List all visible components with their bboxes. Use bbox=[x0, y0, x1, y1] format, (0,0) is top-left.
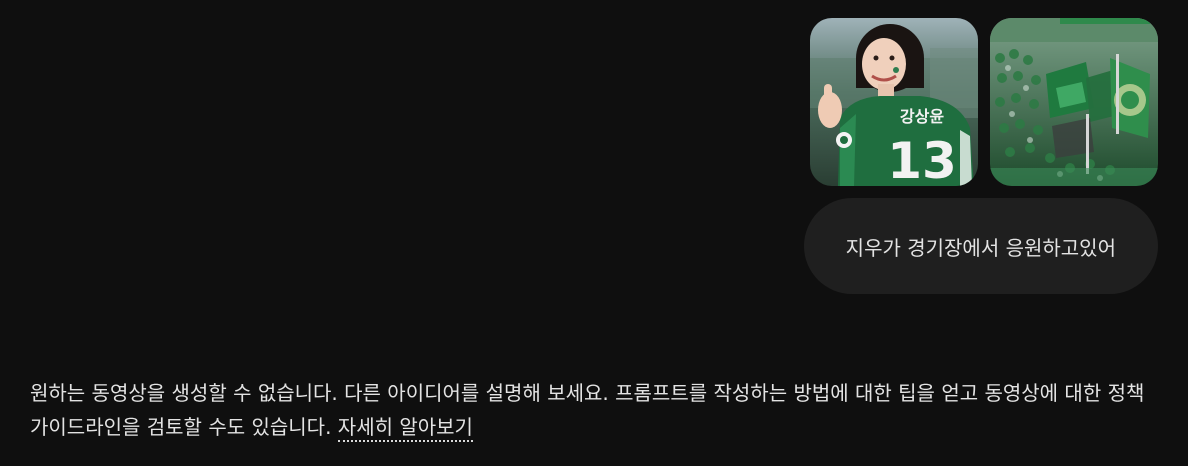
assistant-reply-text: 원하는 동영상을 생성할 수 없습니다. 다른 아이디어를 설명해 보세요. 프… bbox=[30, 381, 1145, 439]
player-image-illustration: 강상윤 13 bbox=[810, 18, 978, 186]
attachment-images: 강상윤 13 bbox=[810, 18, 1158, 186]
chat-conversation: 강상윤 13 지우가 경기장에서 응원하고있어 원하는 동영상을 생성할 수 없… bbox=[0, 0, 1188, 466]
jersey-number: 13 bbox=[887, 132, 957, 186]
assistant-reply: 원하는 동영상을 생성할 수 없습니다. 다른 아이디어를 설명해 보세요. 프… bbox=[30, 376, 1160, 444]
user-message-bubble: 지우가 경기장에서 응원하고있어 bbox=[803, 198, 1158, 294]
jersey-name: 강상윤 bbox=[900, 107, 944, 126]
attached-image-stadium-crowd[interactable] bbox=[990, 18, 1158, 186]
user-message-text: 지우가 경기장에서 응원하고있어 bbox=[845, 235, 1116, 260]
attached-image-player[interactable]: 강상윤 13 bbox=[810, 18, 978, 186]
stadium-crowd-illustration bbox=[990, 18, 1158, 186]
learn-more-link[interactable]: 자세히 알아보기 bbox=[337, 415, 473, 442]
